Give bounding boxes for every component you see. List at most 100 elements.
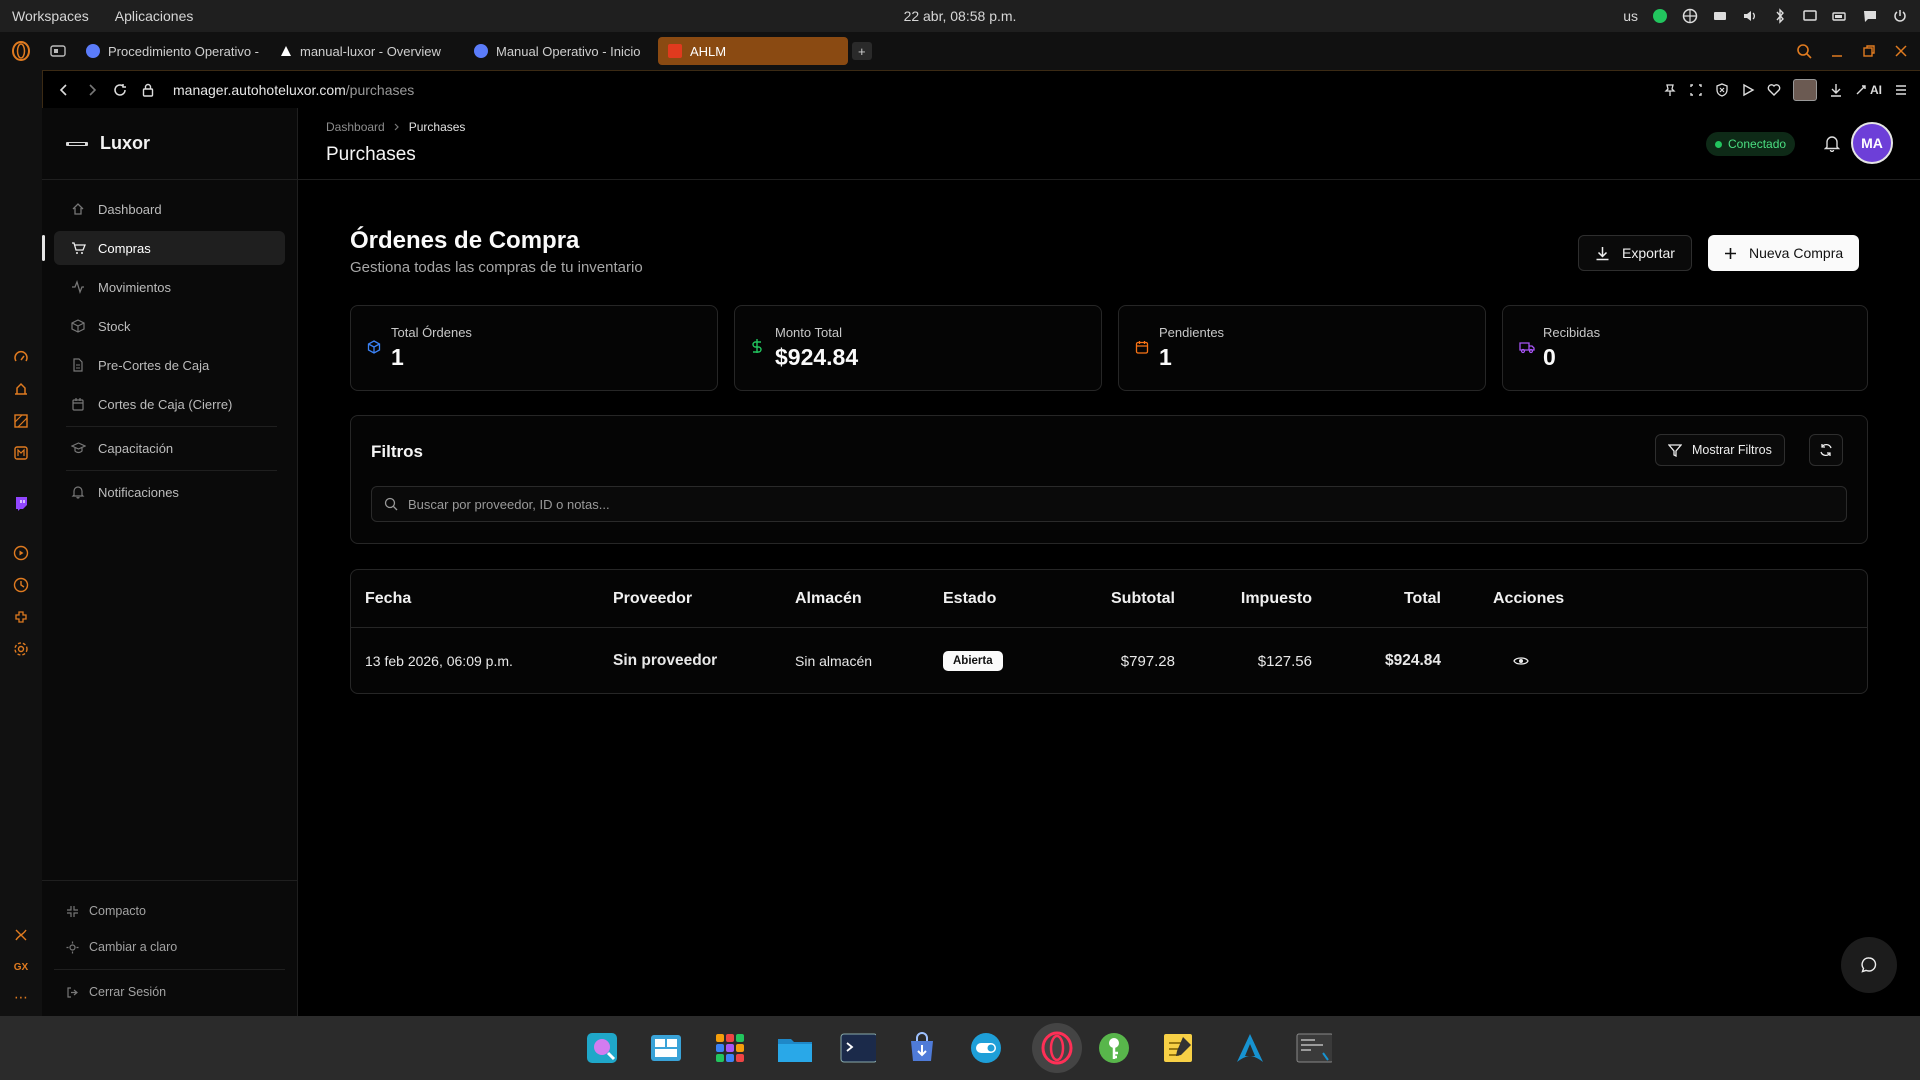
pin-icon[interactable] (1663, 83, 1677, 97)
column-header-total[interactable]: Total (1341, 570, 1441, 627)
keyboard-layout[interactable]: us (1623, 8, 1638, 24)
bluetooth-tray-icon[interactable] (1772, 8, 1788, 24)
breadcrumb-dashboard[interactable]: Dashboard (326, 120, 385, 134)
column-header-subtotal[interactable]: Subtotal (1075, 570, 1175, 627)
extensions-icon[interactable] (12, 608, 30, 626)
workspaces-app-icon[interactable] (648, 1030, 684, 1066)
eye-icon (1513, 655, 1529, 667)
chat-support-button[interactable] (1841, 937, 1897, 993)
table-row[interactable]: 13 feb 2026, 06:09 p.m. Sin proveedor Si… (351, 628, 1867, 693)
notifications-bell-icon[interactable] (1824, 134, 1840, 152)
download-icon[interactable] (1829, 83, 1843, 97)
tab-manual-operativo[interactable]: Manual Operativo - Inicio (464, 37, 654, 65)
close-window-icon[interactable] (1894, 44, 1908, 58)
power-tray-icon[interactable] (1892, 8, 1908, 24)
sidebar-item-compras[interactable]: Compras (42, 231, 285, 265)
profile-thumbnail[interactable] (1793, 78, 1817, 101)
minimize-window-icon[interactable] (1830, 44, 1844, 58)
tab-ahlm[interactable]: AHLM (658, 37, 848, 65)
theme-toggle[interactable]: Cambiar a claro (54, 929, 285, 965)
globe-tray-icon[interactable] (1682, 8, 1698, 24)
reload-icon[interactable] (113, 83, 127, 97)
filters-panel: Filtros Mostrar Filtros (350, 415, 1868, 544)
adblock-icon[interactable] (1715, 82, 1729, 97)
more-icon[interactable]: ⋯ (12, 988, 30, 1006)
sidebar-item-cortes[interactable]: Cortes de Caja (Cierre) (54, 387, 285, 421)
refresh-button[interactable] (1809, 434, 1843, 466)
column-header-proveedor[interactable]: Proveedor (613, 570, 692, 627)
files-app-icon[interactable] (776, 1030, 812, 1066)
player-icon[interactable] (12, 544, 30, 562)
flow-icon[interactable] (12, 926, 30, 944)
m-app-icon[interactable] (12, 444, 30, 462)
tab-manual-luxor[interactable]: manual-luxor - Overview (270, 37, 460, 65)
app-grid-icon[interactable] (712, 1030, 748, 1066)
restore-window-icon[interactable] (1862, 44, 1876, 58)
show-filters-button[interactable]: Mostrar Filtros (1655, 434, 1785, 466)
filters-title: Filtros (371, 442, 423, 461)
tab-procedimiento[interactable]: Procedimiento Operativo - (76, 37, 266, 65)
url-field[interactable]: manager.autohoteluxor.com/purchases (173, 82, 414, 98)
section-title: Órdenes de Compra (350, 227, 580, 254)
news-icon[interactable] (12, 380, 30, 398)
aria-ai-button[interactable]: AI (1855, 83, 1882, 97)
search-input[interactable] (408, 496, 1724, 512)
menu-workspaces[interactable]: Workspaces (12, 8, 89, 24)
messages-tray-icon[interactable] (1862, 8, 1878, 24)
chat-tray-icon[interactable] (1652, 8, 1668, 24)
back-icon[interactable] (57, 83, 71, 97)
brand[interactable]: Luxor (42, 108, 297, 180)
keepass-app-icon[interactable] (1096, 1030, 1132, 1066)
user-avatar[interactable]: MA (1851, 122, 1893, 164)
menu-aplicaciones[interactable]: Aplicaciones (115, 8, 194, 24)
new-purchase-button[interactable]: Nueva Compra (1708, 235, 1860, 271)
export-label: Exportar (1622, 245, 1675, 261)
tab-label: manual-luxor - Overview (300, 43, 441, 59)
column-header-estado[interactable]: Estado (943, 570, 996, 627)
toggle-app-icon[interactable] (968, 1030, 1004, 1066)
easy-setup-icon[interactable] (1894, 83, 1908, 97)
stripes-icon[interactable] (12, 412, 30, 430)
network-tray-icon[interactable] (1712, 8, 1728, 24)
logout-button[interactable]: Cerrar Sesión (54, 974, 285, 1010)
play-icon[interactable] (1741, 83, 1755, 97)
box-icon (70, 318, 86, 334)
speed-dial-icon[interactable] (12, 348, 30, 366)
column-header-fecha[interactable]: Fecha (365, 570, 411, 627)
sidebar-item-movimientos[interactable]: Movimientos (54, 270, 285, 304)
opera-gx-app-icon[interactable] (1032, 1023, 1082, 1073)
heart-icon[interactable] (1767, 83, 1781, 97)
column-header-almacen[interactable]: Almacén (795, 570, 862, 627)
gx-icon[interactable]: GX (12, 958, 30, 976)
snapshot-icon[interactable] (1689, 83, 1703, 97)
opera-logo-icon[interactable] (0, 41, 42, 61)
history-icon[interactable] (12, 576, 30, 594)
tab-manager-icon[interactable] (50, 44, 66, 58)
volume-tray-icon[interactable] (1742, 8, 1758, 24)
view-button[interactable] (1513, 628, 1529, 693)
battery-tray-icon[interactable] (1832, 8, 1848, 24)
arch-app-icon[interactable] (1232, 1030, 1268, 1066)
forward-icon[interactable] (85, 83, 99, 97)
search-app-icon[interactable] (584, 1030, 620, 1066)
terminal-app-icon[interactable] (840, 1030, 876, 1066)
compact-toggle[interactable]: Compacto (54, 893, 285, 929)
screen-tray-icon[interactable] (1802, 8, 1818, 24)
tab-search-icon[interactable] (1796, 43, 1812, 59)
lock-icon[interactable] (141, 83, 155, 97)
column-header-impuesto[interactable]: Impuesto (1211, 570, 1312, 627)
sidebar-item-capacitacion[interactable]: Capacitación (54, 431, 285, 465)
settings-icon[interactable] (12, 640, 30, 658)
store-app-icon[interactable] (904, 1030, 940, 1066)
new-tab-button[interactable]: + (852, 42, 872, 60)
sidebar-item-notificaciones[interactable]: Notificaciones (54, 475, 285, 509)
export-button[interactable]: Exportar (1578, 235, 1692, 271)
twitch-icon[interactable] (12, 494, 30, 512)
tab-favicon-icon (474, 44, 488, 58)
calendar-icon (1135, 340, 1149, 354)
notes-app-icon[interactable] (1160, 1030, 1196, 1066)
sidebar-item-stock[interactable]: Stock (54, 309, 285, 343)
terminal-window-app-icon[interactable] (1296, 1030, 1332, 1066)
sidebar-item-dashboard[interactable]: Dashboard (54, 192, 285, 226)
sidebar-item-pre-cortes[interactable]: Pre-Cortes de Caja (54, 348, 285, 382)
